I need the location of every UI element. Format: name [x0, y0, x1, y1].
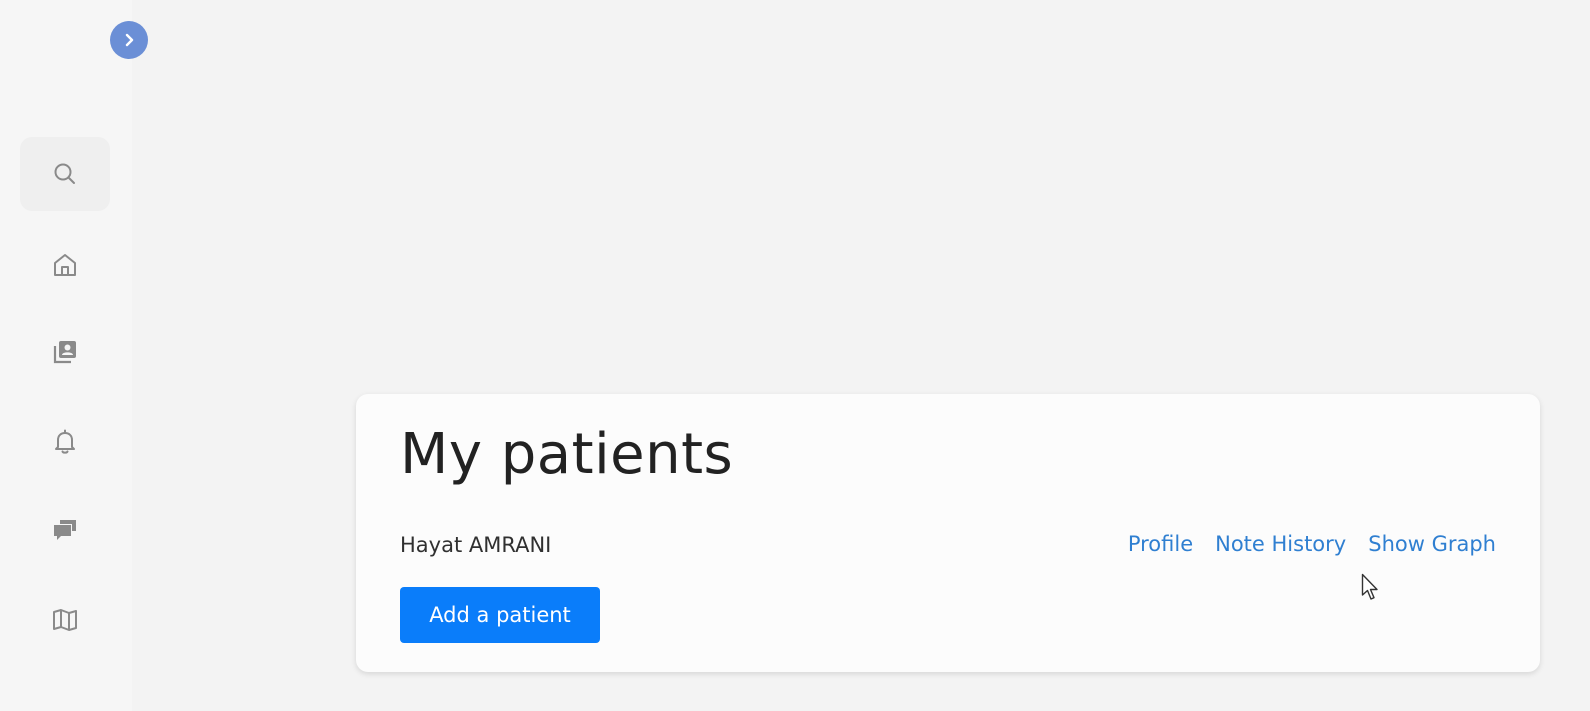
- patients-card: My patients Hayat AMRANI Profile Note Hi…: [356, 394, 1540, 672]
- bell-icon: [55, 429, 75, 454]
- home-icon: [54, 254, 76, 276]
- sidebar-expand-button[interactable]: [110, 21, 148, 59]
- sidebar-item-map[interactable]: [20, 583, 110, 657]
- page-title: My patients: [400, 422, 734, 487]
- mouse-cursor-icon: [1361, 573, 1378, 600]
- profile-link[interactable]: Profile: [1128, 532, 1193, 556]
- sidebar-item-home[interactable]: [20, 228, 110, 302]
- map-icon: [53, 609, 77, 631]
- sidebar-item-patients[interactable]: [20, 315, 110, 389]
- patient-actions: Profile Note History Show Graph: [1128, 532, 1496, 556]
- chevron-right-icon: [125, 33, 134, 47]
- sidebar-item-messages[interactable]: [20, 493, 110, 567]
- note-history-link[interactable]: Note History: [1215, 532, 1346, 556]
- add-patient-button[interactable]: Add a patient: [400, 587, 600, 643]
- patient-name: Hayat AMRANI: [400, 533, 552, 557]
- sidebar: [0, 0, 148, 711]
- show-graph-link[interactable]: Show Graph: [1368, 532, 1496, 556]
- search-icon: [54, 163, 75, 184]
- sidebar-item-notifications[interactable]: [20, 405, 110, 479]
- sidebar-item-search[interactable]: [20, 137, 110, 211]
- chat-icon: [54, 520, 76, 540]
- contact-list-icon: [53, 341, 76, 364]
